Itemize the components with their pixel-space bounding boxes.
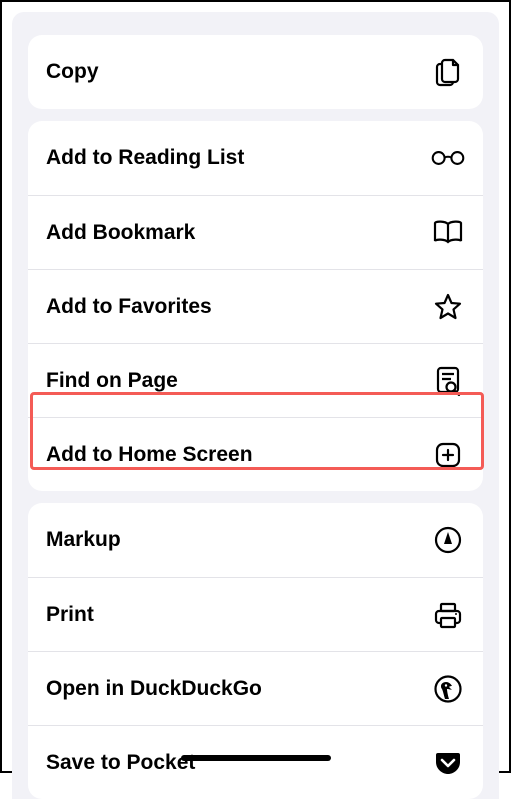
book-icon	[431, 216, 465, 250]
open-duckduckgo-row[interactable]: Open in DuckDuckGo	[28, 651, 483, 725]
home-indicator	[181, 755, 331, 761]
add-home-screen-row[interactable]: Add to Home Screen	[28, 417, 483, 491]
add-favorites-label: Add to Favorites	[46, 295, 212, 319]
markup-row[interactable]: Markup	[28, 503, 483, 577]
pen-circle-icon	[431, 523, 465, 557]
group-1: Copy	[28, 35, 483, 109]
glasses-icon	[431, 141, 465, 175]
copy-row[interactable]: Copy	[28, 35, 483, 109]
pocket-icon	[431, 746, 465, 780]
printer-icon	[431, 598, 465, 632]
markup-label: Markup	[46, 528, 121, 552]
add-reading-list-row[interactable]: Add to Reading List	[28, 121, 483, 195]
share-sheet: Copy Add to Reading List Add	[12, 12, 499, 799]
open-duckduckgo-label: Open in DuckDuckGo	[46, 677, 262, 701]
add-bookmark-row[interactable]: Add Bookmark	[28, 195, 483, 269]
add-reading-list-label: Add to Reading List	[46, 146, 244, 170]
star-icon	[431, 290, 465, 324]
doc-on-doc-icon	[431, 55, 465, 89]
find-on-page-row[interactable]: Find on Page	[28, 343, 483, 417]
doc-search-icon	[431, 364, 465, 398]
add-favorites-row[interactable]: Add to Favorites	[28, 269, 483, 343]
print-row[interactable]: Print	[28, 577, 483, 651]
add-home-screen-label: Add to Home Screen	[46, 443, 253, 467]
duck-icon	[431, 672, 465, 706]
save-to-pocket-row[interactable]: Save to Pocket	[28, 725, 483, 799]
add-bookmark-label: Add Bookmark	[46, 221, 195, 245]
group-2: Add to Reading List Add Bookmark Add to …	[28, 121, 483, 491]
find-on-page-label: Find on Page	[46, 369, 178, 393]
copy-label: Copy	[46, 60, 99, 84]
save-to-pocket-label: Save to Pocket	[46, 751, 195, 775]
plus-app-icon	[431, 438, 465, 472]
print-label: Print	[46, 603, 94, 627]
